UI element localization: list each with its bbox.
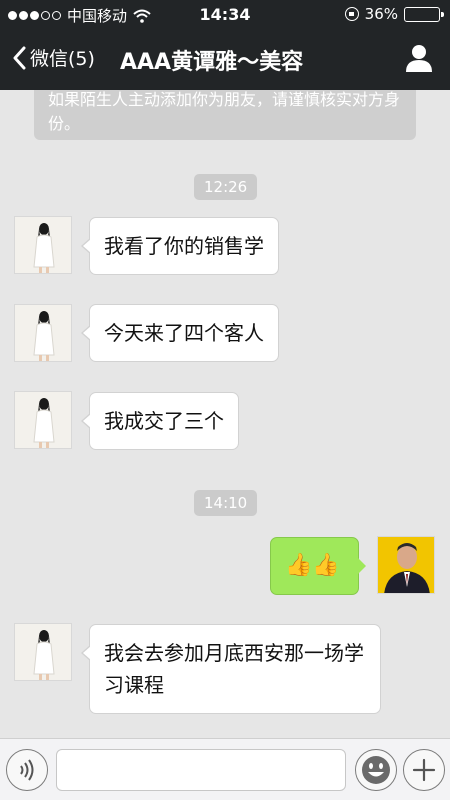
- contact-avatar[interactable]: [14, 304, 72, 362]
- contact-avatar[interactable]: [14, 216, 72, 274]
- message-bubble[interactable]: 今天来了四个客人: [81, 304, 279, 362]
- man-avatar-icon: [378, 537, 434, 593]
- back-button[interactable]: 微信(5): [12, 44, 95, 71]
- message-bubble[interactable]: 我会去参加月底西安那一场学习课程: [81, 624, 381, 714]
- timestamp: 14:10: [194, 490, 258, 516]
- woman-avatar-icon: [15, 392, 71, 448]
- emoji-icon: [362, 756, 390, 784]
- battery-percent: 36%: [364, 5, 398, 23]
- plus-button[interactable]: [403, 749, 445, 791]
- message-input[interactable]: [56, 749, 346, 791]
- back-label: 微信(5): [30, 48, 95, 70]
- status-bar: 中国移动 14:34 36%: [0, 0, 450, 30]
- message-bubble[interactable]: 我成交了三个: [81, 392, 239, 450]
- chat-area[interactable]: 如果陌生人主动添加你为朋友，请谨慎核实对方身份。 12:26 我看了你的销售学 …: [0, 90, 450, 738]
- plus-icon: [412, 758, 436, 782]
- battery-icon: [404, 6, 444, 22]
- thumbs-up-emoji: 👍👍: [285, 553, 340, 578]
- chevron-left-icon: [13, 46, 26, 69]
- my-message-bubble[interactable]: 👍👍: [270, 537, 366, 595]
- my-avatar[interactable]: [377, 536, 435, 594]
- rotation-lock-icon: [344, 7, 359, 21]
- voice-icon: [20, 759, 34, 781]
- voice-button[interactable]: [6, 749, 48, 791]
- woman-avatar-icon: [15, 624, 71, 680]
- contact-avatar[interactable]: [14, 623, 72, 681]
- message-bubble[interactable]: 我看了你的销售学: [81, 217, 279, 275]
- status-right: 36%: [344, 5, 444, 23]
- profile-button[interactable]: [406, 44, 432, 76]
- nav-bar: 微信(5) AAA黄谭雅～美容: [0, 30, 450, 90]
- chat-title: AAA黄谭雅～美容: [120, 50, 304, 75]
- timestamp: 12:26: [194, 174, 258, 200]
- emoji-button[interactable]: [355, 749, 397, 791]
- woman-avatar-icon: [15, 217, 71, 273]
- person-icon: [406, 45, 432, 72]
- woman-avatar-icon: [15, 305, 71, 361]
- contact-avatar[interactable]: [14, 391, 72, 449]
- system-notice: 如果陌生人主动添加你为朋友，请谨慎核实对方身份。: [34, 90, 416, 140]
- input-bar: [0, 738, 450, 800]
